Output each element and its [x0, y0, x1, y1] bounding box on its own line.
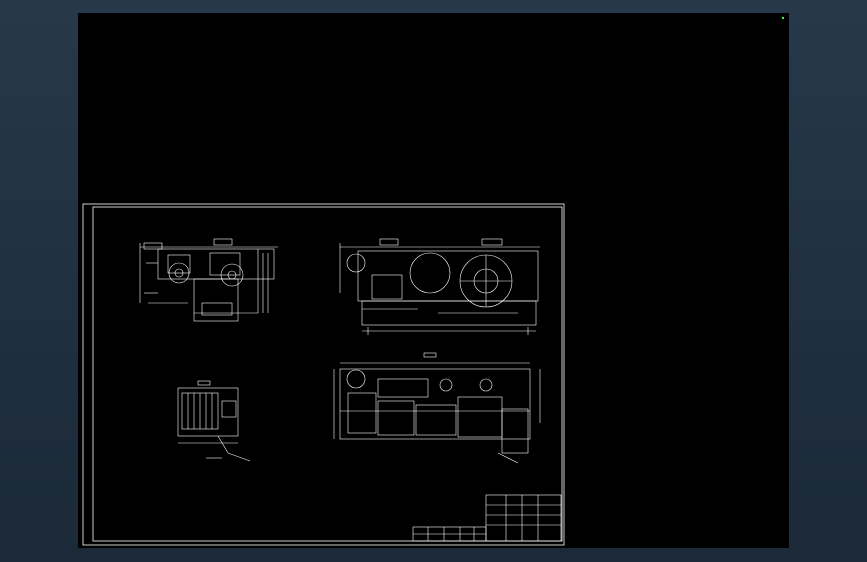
view-bottom-left: [177, 380, 251, 462]
sheet-outer-border: [82, 203, 565, 546]
view-top-left: [139, 238, 278, 322]
title-block: [412, 494, 562, 542]
view-bottom-right: [333, 352, 541, 464]
crosshair-icon: [782, 17, 784, 19]
cad-viewport[interactable]: [0, 0, 867, 562]
drawing-sheet: [82, 203, 565, 546]
model-space-canvas[interactable]: [78, 13, 789, 548]
view-top-right: [339, 238, 540, 335]
sheet-inner-border: [92, 206, 563, 542]
